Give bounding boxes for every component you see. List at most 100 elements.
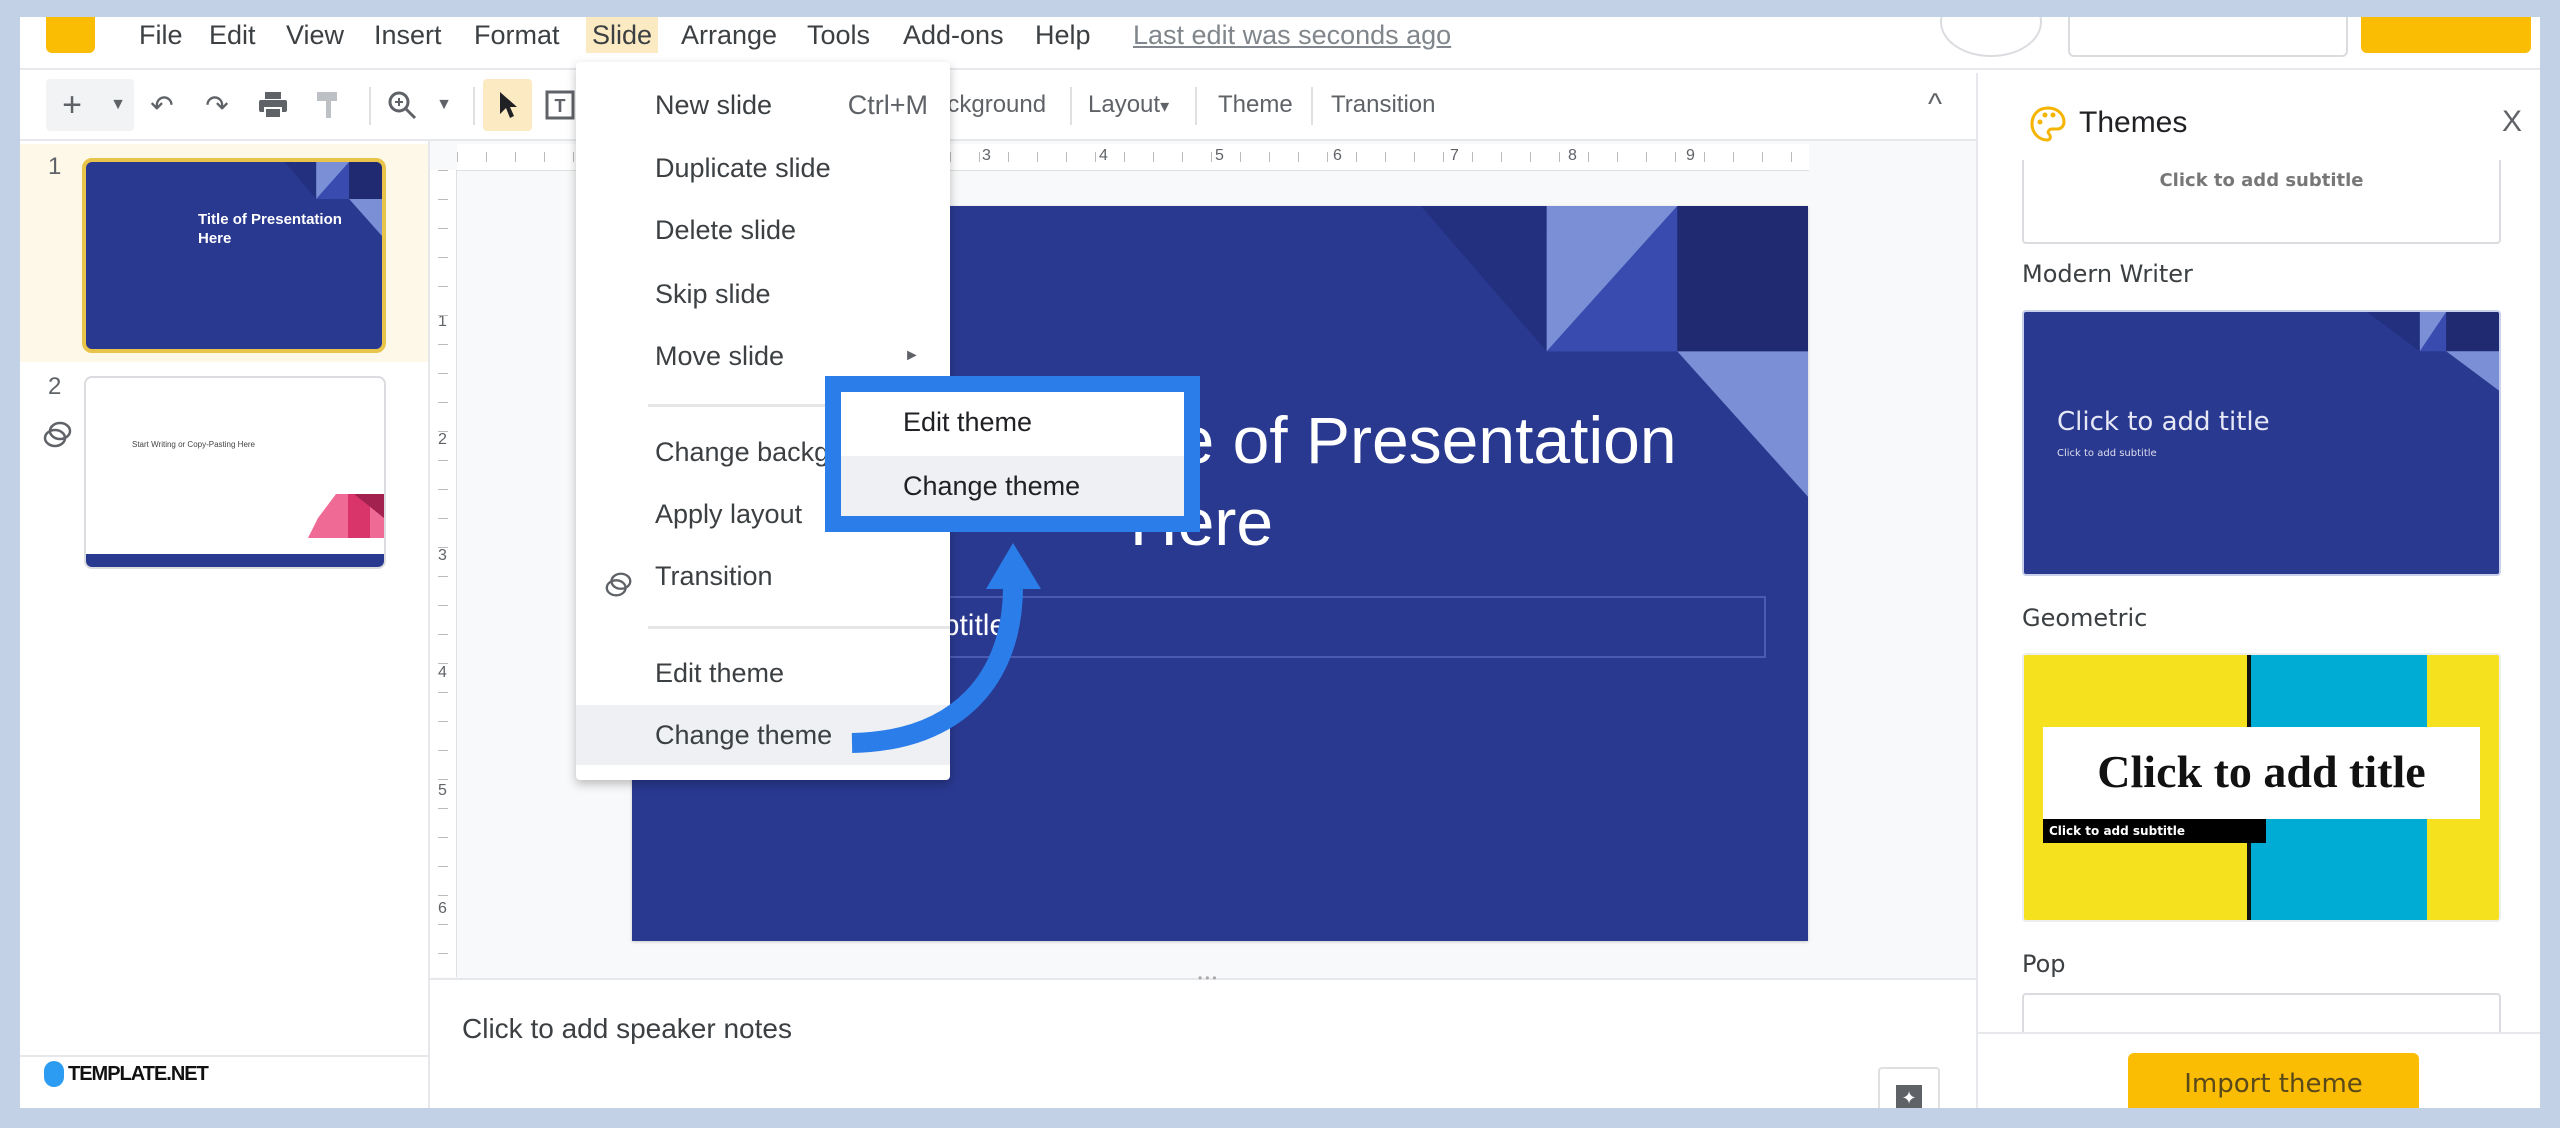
menu-help[interactable]: Help: [1031, 17, 1095, 53]
select-cursor-icon[interactable]: [488, 87, 528, 123]
callout-label: Edit theme: [903, 407, 1033, 437]
menu-item-delete-slide[interactable]: Delete slide: [576, 200, 950, 260]
menubar-divider: [20, 68, 2540, 70]
callout-edit-theme[interactable]: Edit theme: [841, 392, 1184, 452]
share-button[interactable]: [2361, 17, 2531, 53]
transition-icon: [604, 561, 634, 621]
ruler-ticks: [438, 170, 448, 977]
toolbar-separator: [1195, 87, 1197, 125]
themes-footer-divider: [1978, 1032, 2540, 1034]
menu-slide[interactable]: Slide: [586, 17, 659, 53]
themes-panel-title: Themes: [2079, 106, 2188, 139]
slides-app: File Edit View Insert Format Slide Arran…: [20, 17, 2540, 1108]
explore-icon: ✦: [1896, 1085, 1922, 1108]
collapse-toolbar-icon[interactable]: ^: [1928, 87, 1942, 123]
theme-card-subtitle: Click to add subtitle: [2057, 448, 2157, 459]
vertical-ruler[interactable]: 1 2 3 4 5 6: [430, 170, 457, 977]
slide-thumbnail-1[interactable]: Title of Presentation Here: [82, 158, 386, 353]
menu-item-duplicate-slide[interactable]: Duplicate slide: [576, 138, 950, 198]
menu-item-label: Duplicate slide: [655, 153, 831, 183]
menu-item-label: Move slide: [655, 341, 785, 371]
layout-label: Layout: [1088, 91, 1161, 118]
dropdown-icon[interactable]: ▼: [424, 87, 464, 123]
menu-separator: [648, 626, 950, 629]
filmstrip-footer-divider: [20, 1055, 428, 1057]
template-net-watermark: TEMPLATE.NET: [44, 1061, 209, 1087]
last-edit-link[interactable]: Last edit was seconds ago: [1133, 17, 1451, 53]
watermark-text: TEMPLATE.NET: [68, 1062, 209, 1085]
theme-name: Geometric: [2022, 604, 2148, 632]
theme-card-geometric[interactable]: Click to add title Click to add subtitle: [2022, 653, 2501, 922]
transition-button[interactable]: Transition: [1331, 87, 1435, 123]
menu-item-label: Change theme: [655, 720, 833, 750]
theme-name: Pop: [2022, 950, 2066, 978]
close-icon[interactable]: X: [2502, 105, 2522, 139]
menu-item-skip-slide[interactable]: Skip slide: [576, 264, 950, 324]
slide-decoration: [86, 494, 384, 567]
menu-add-ons[interactable]: Add-ons: [899, 17, 1008, 53]
explore-button[interactable]: ✦: [1878, 1067, 1940, 1108]
notes-resize-handle[interactable]: •••: [1198, 971, 1220, 985]
toolbar-separator: [473, 87, 475, 125]
callout-change-theme[interactable]: Change theme: [841, 456, 1184, 516]
menu-item-edit-theme[interactable]: Edit theme: [576, 643, 950, 703]
transition-icon: [42, 420, 74, 455]
toolbar-separator: [1070, 87, 1072, 125]
menu-item-label: New slide: [655, 90, 773, 120]
toolbar-separator: [1311, 87, 1313, 125]
slide-number: 2: [48, 373, 62, 400]
slide-number: 1: [48, 153, 62, 180]
menu-item-transition[interactable]: Transition: [576, 546, 950, 606]
palette-icon: [2029, 105, 2067, 148]
speaker-notes[interactable]: Click to add speaker notes: [462, 1013, 792, 1045]
menu-item-label: Apply layout: [655, 499, 803, 529]
template-logo-icon: [44, 1061, 64, 1087]
callout-label: Change theme: [903, 471, 1081, 501]
menu-item-label: Skip slide: [655, 279, 771, 309]
callout-highlight-box: Edit theme Change theme: [825, 376, 1200, 532]
shortcut-label: Ctrl+M: [847, 90, 928, 120]
menu-insert[interactable]: Insert: [370, 17, 446, 53]
menu-item-label: Edit theme: [655, 658, 785, 688]
app-logo[interactable]: [46, 17, 95, 53]
theme-card-pop[interactable]: [2022, 993, 2501, 1032]
chevron-down-icon: ▾: [1160, 96, 1170, 116]
menu-item-change-theme[interactable]: Change theme: [576, 705, 950, 765]
slide-decoration: [284, 162, 382, 236]
themes-list[interactable]: Click to add subtitle Modern Writer Clic…: [1978, 160, 2540, 1032]
menu-format[interactable]: Format: [470, 17, 564, 53]
zoom-icon[interactable]: [382, 87, 422, 123]
thumbnail-title: Title of Presentation Here: [198, 211, 342, 247]
text-box-icon[interactable]: T: [540, 87, 580, 123]
theme-card-modern-writer[interactable]: Click to add title Click to add subtitle: [2022, 310, 2501, 576]
menu-file[interactable]: File: [135, 17, 187, 53]
plus-icon[interactable]: +: [52, 86, 92, 124]
menu-edit[interactable]: Edit: [205, 17, 260, 53]
dropdown-icon[interactable]: ▼: [98, 87, 138, 123]
theme-decoration: [2367, 312, 2499, 391]
theme-button[interactable]: Theme: [1218, 87, 1293, 123]
paint-format-icon[interactable]: [308, 87, 348, 123]
menu-item-label: Delete slide: [655, 215, 797, 245]
menu-item-new-slide[interactable]: New slide Ctrl+M: [576, 75, 950, 135]
filmstrip: 1 Title of Presentation Here 2 Start Wri…: [20, 141, 430, 1108]
menu-arrange[interactable]: Arrange: [677, 17, 781, 53]
print-icon[interactable]: [253, 87, 293, 123]
menu-tools[interactable]: Tools: [803, 17, 874, 53]
slide-thumbnail-2[interactable]: Start Writing or Copy-Pasting Here: [84, 376, 386, 569]
themes-panel: Themes X Click to add subtitle Modern Wr…: [1976, 73, 2540, 1108]
theme-card-title: Click to add title: [2057, 407, 2270, 437]
theme-card-title: Click to add title: [2097, 746, 2426, 797]
present-history-button[interactable]: [1940, 17, 2042, 57]
theme-name: Modern Writer: [2022, 260, 2193, 288]
present-button[interactable]: [2068, 17, 2348, 57]
menu-view[interactable]: View: [282, 17, 348, 53]
layout-button[interactable]: Layout▾: [1088, 87, 1169, 123]
svg-text:T: T: [555, 96, 566, 116]
undo-icon[interactable]: ↶: [142, 87, 182, 123]
theme-card-subtitle: Click to add subtitle: [2159, 170, 2364, 191]
menu-item-label: Transition: [655, 561, 773, 591]
theme-card-simple[interactable]: Click to add subtitle: [2022, 160, 2501, 244]
redo-icon[interactable]: ↷: [197, 87, 237, 123]
import-theme-button[interactable]: Import theme: [2128, 1053, 2419, 1108]
